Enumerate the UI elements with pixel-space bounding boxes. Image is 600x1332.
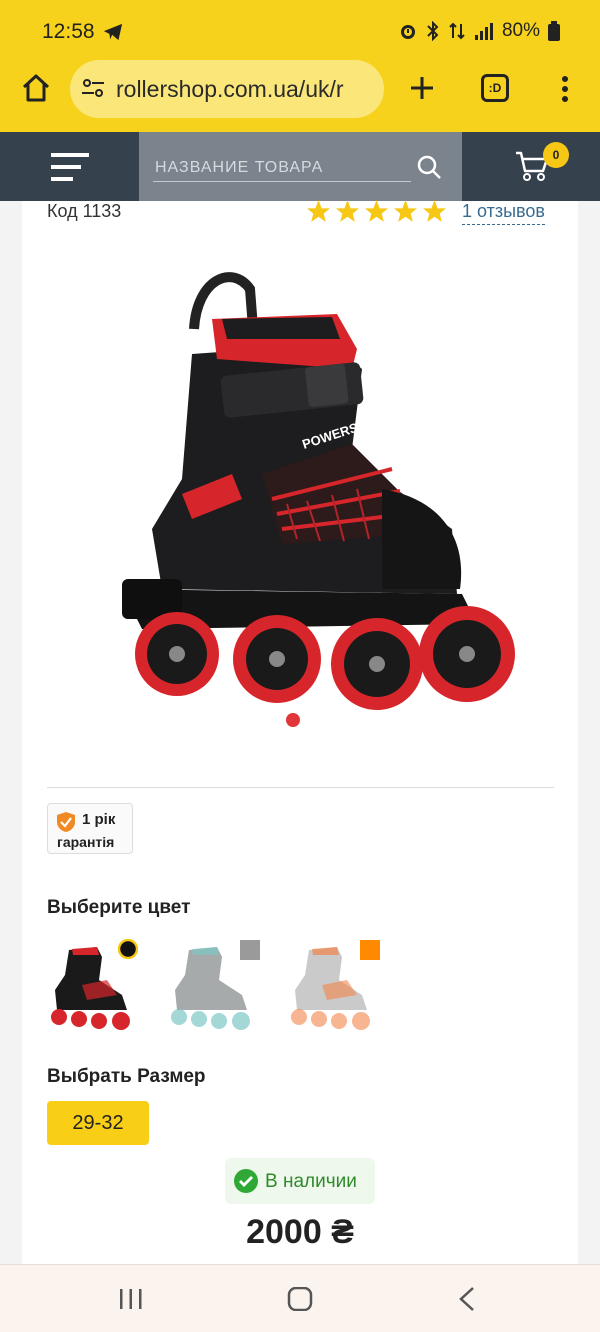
warranty-badge: 1 рік гарантія — [47, 803, 133, 854]
star-icon — [423, 200, 446, 222]
status-bar: 12:58 80% — [0, 0, 600, 64]
color-option-orange[interactable] — [287, 935, 387, 1035]
product-card: Код 1133 1 отзывов POWERSLIDE 1 рік гара… — [22, 199, 578, 1264]
product-price: 2000 ₴ — [246, 1213, 354, 1251]
recent-apps-icon[interactable] — [118, 1287, 144, 1311]
site-info-icon[interactable] — [80, 75, 106, 101]
status-time: 12:58 — [42, 20, 95, 43]
shield-check-icon — [57, 812, 75, 832]
browser-toolbar: rollershop.com.ua/uk/r :D — [0, 60, 600, 132]
search-area — [139, 132, 462, 201]
system-nav-bar — [0, 1264, 600, 1332]
search-icon[interactable] — [416, 154, 442, 180]
wheel — [135, 612, 219, 696]
reviews-link[interactable]: 1 отзывов — [462, 201, 545, 225]
telegram-icon — [103, 23, 123, 41]
stock-status-badge: В наличии — [225, 1158, 375, 1204]
star-icon — [307, 200, 330, 222]
product-code: Код 1133 — [47, 201, 122, 221]
wheel — [331, 618, 423, 710]
alarm-icon — [400, 25, 415, 39]
wheel — [233, 615, 321, 703]
divider — [47, 787, 554, 788]
stock-status-text: В наличии — [265, 1171, 357, 1192]
star-icon — [336, 200, 359, 222]
cart-count-badge: 0 — [543, 142, 569, 168]
check-circle-icon — [234, 1169, 258, 1193]
tabs-button[interactable]: :D — [481, 74, 509, 102]
star-icon — [365, 200, 388, 222]
menu-button[interactable] — [0, 132, 139, 201]
warranty-label: гарантія — [57, 834, 115, 850]
home-icon[interactable] — [20, 72, 52, 104]
star-icon — [394, 200, 417, 222]
bluetooth-icon — [427, 21, 439, 41]
data-icon — [449, 22, 465, 40]
image-slider-dot[interactable] — [286, 713, 300, 727]
nav-home-icon[interactable] — [287, 1287, 313, 1311]
product-image[interactable]: POWERSLIDE — [82, 259, 522, 719]
search-input[interactable] — [153, 154, 411, 182]
wheel — [419, 606, 515, 702]
color-swatch-orange — [360, 940, 380, 960]
signal-icon — [474, 23, 493, 40]
back-icon[interactable] — [458, 1286, 476, 1312]
address-bar[interactable]: rollershop.com.ua/uk/r — [70, 60, 384, 118]
battery-icon — [548, 21, 560, 41]
color-selected-dot — [118, 939, 138, 959]
color-swatch-grey — [240, 940, 260, 960]
hamburger-icon[interactable] — [51, 153, 89, 181]
color-option-black-red[interactable] — [47, 935, 147, 1035]
browser-menu-icon[interactable] — [560, 75, 570, 103]
new-tab-icon[interactable] — [408, 74, 436, 102]
warranty-years: 1 рік — [82, 811, 116, 828]
site-header: 0 — [0, 132, 600, 201]
battery-percent: 80% — [501, 20, 540, 41]
cart-button[interactable]: 0 — [462, 132, 600, 201]
rating-stars[interactable] — [306, 199, 447, 224]
status-indicators: 80% — [398, 20, 560, 42]
color-heading: Выберите цвет — [47, 897, 191, 918]
color-option-grey-teal[interactable] — [167, 935, 267, 1035]
url-text[interactable]: rollershop.com.ua/uk/r — [116, 76, 378, 103]
size-option-button[interactable]: 29-32 — [47, 1101, 149, 1145]
size-heading: Выбрать Размер — [47, 1066, 206, 1087]
